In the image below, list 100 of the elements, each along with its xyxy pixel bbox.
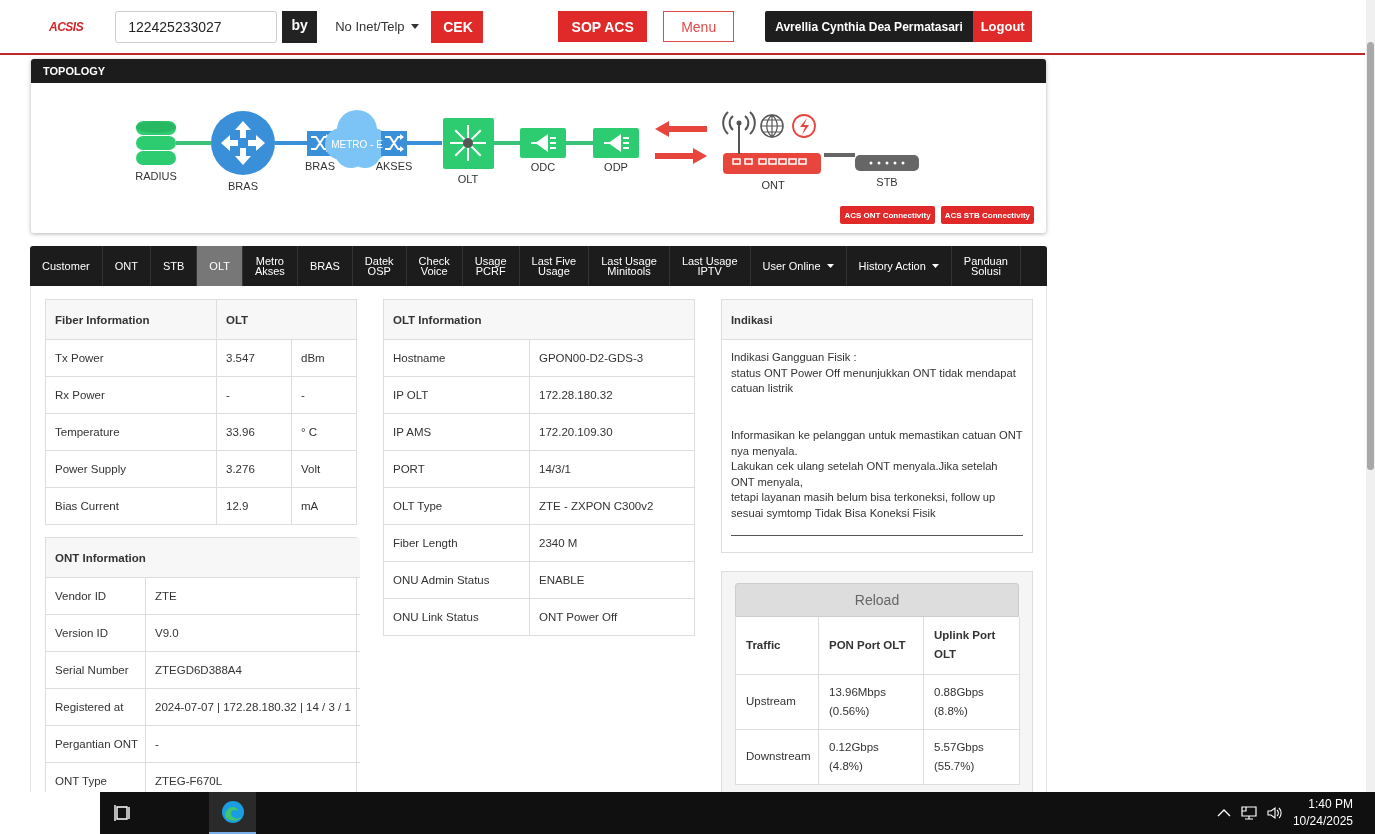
table-cell: -	[217, 377, 292, 414]
table-cell: 0.12Gbps (4.8%)	[819, 729, 924, 785]
switch-hub-icon	[443, 118, 494, 169]
table-cell: 33.96	[217, 414, 292, 451]
node-label: STB	[876, 176, 898, 188]
task-view-icon[interactable]	[114, 804, 132, 822]
modem-icon	[723, 153, 821, 174]
table-cell-text: mA	[300, 499, 320, 514]
table-cell: ONU Admin Status	[384, 562, 530, 599]
table-cell: Serial Number	[46, 652, 146, 689]
table-cell: Hostname	[384, 340, 530, 377]
table-header: OLT	[217, 300, 356, 340]
user-name: Avrellia Cynthia Dea Permatasari	[765, 11, 974, 42]
table-cell: 13.96Mbps (0.56%)	[819, 674, 924, 730]
table-cell: Vendor ID	[46, 578, 146, 615]
table-cell: 3.547	[217, 340, 292, 377]
table-cell: ° C	[292, 414, 356, 451]
network-icon[interactable]	[1240, 806, 1257, 820]
menu-button[interactable]: Menu	[663, 11, 735, 42]
table-cell: 2340 M	[530, 525, 694, 562]
connectivity-button[interactable]: ACS STB Connectivity	[940, 206, 1034, 224]
cloud-label: METRO - E	[331, 139, 383, 150]
tab[interactable]: Panduan Solusi	[951, 246, 1021, 286]
database-icon	[136, 121, 176, 165]
node-label: ODP	[604, 161, 628, 173]
table-cell: 14/3/1	[530, 451, 694, 488]
tab[interactable]: History Action	[846, 246, 952, 286]
tab[interactable]: Last Usage Minitools	[589, 246, 670, 286]
table-header: Traffic	[736, 616, 819, 675]
table-cell: ENABLE	[530, 562, 694, 599]
table-header: ONT Information	[46, 538, 360, 578]
tab[interactable]: Usage PCRF	[462, 246, 520, 286]
table-cell: Registered at	[46, 689, 146, 726]
sop-button[interactable]: SOP ACS	[558, 11, 648, 42]
check-button[interactable]: CEK	[431, 10, 484, 43]
clock-date[interactable]: 10/24/2025	[1292, 813, 1353, 830]
tab[interactable]: OLT	[197, 246, 243, 286]
table-cell: Temperature	[46, 414, 217, 451]
table-cell: IP AMS	[384, 414, 530, 451]
reload-button[interactable]: Reload	[735, 582, 1019, 617]
search-field[interactable]: 122425233027	[115, 10, 278, 43]
table-cell: 3.276	[217, 451, 292, 488]
table-cell-text: ONT Power Off	[538, 610, 619, 625]
table-cell: 172.28.180.32	[530, 377, 694, 414]
table-cell: Power Supply	[46, 451, 217, 488]
clock-time[interactable]: 1:40 PM	[1308, 796, 1353, 813]
table-cell: 172.20.109.30	[530, 414, 694, 451]
table-header: OLT Information	[384, 300, 694, 340]
tab[interactable]: Check Voice	[406, 246, 463, 286]
table-header: Fiber Information	[46, 300, 217, 340]
table-cell: 0.88Gbps (8.8%)	[924, 674, 1020, 730]
table-cell: ZTE - ZXPON C300v2	[530, 488, 694, 525]
exchange-arrows-icon	[655, 121, 707, 164]
table-cell: -	[292, 377, 356, 414]
tab[interactable]: Last Usage IPTV	[669, 246, 751, 286]
table-cell: Version ID	[46, 615, 146, 652]
node-label: ODC	[530, 161, 556, 173]
node-label: BRAS	[305, 160, 335, 172]
table-cell: Volt	[292, 451, 356, 488]
logout-button[interactable]: Logout	[973, 11, 1033, 42]
by-label: by	[282, 10, 318, 43]
caret-icon	[410, 24, 419, 29]
connector-line	[275, 141, 307, 145]
table-cell: Upstream	[736, 674, 819, 730]
panel-header: Indikasi	[722, 300, 1032, 340]
tab[interactable]: Datek OSP	[352, 246, 407, 286]
tab[interactable]: Last Five Usage	[519, 246, 590, 286]
globe-icon	[760, 114, 784, 138]
antenna-icon	[722, 111, 756, 155]
table-cell: GPON00-D2-GDS-3	[530, 340, 694, 377]
table-cell: 12.9	[217, 488, 292, 524]
tab[interactable]: BRAS	[297, 246, 353, 286]
table-cell: Bias Current	[46, 488, 217, 524]
node-label: OLT	[457, 173, 479, 185]
router-icon	[211, 111, 275, 175]
connectivity-button[interactable]: ACS ONT Connectivity	[840, 206, 935, 224]
table-cell: Tx Power	[46, 340, 217, 377]
table-cell: IP OLT	[384, 377, 530, 414]
table-cell: Downstream	[736, 729, 819, 785]
splitter-icon	[593, 128, 639, 158]
table-cell: Fiber Length	[384, 525, 530, 562]
tab[interactable]: Customer	[30, 246, 103, 286]
node-label: RADIUS	[135, 170, 177, 182]
browser-taskbar-button[interactable]	[209, 792, 256, 834]
table-cell: -	[146, 726, 360, 763]
logo: ACSIS	[49, 19, 84, 34]
connector-line	[494, 141, 520, 145]
tab[interactable]: Metro Akses	[242, 246, 298, 286]
table-cell: ZTEGD6D388A4	[146, 652, 360, 689]
scrollbar-thumb[interactable]	[1367, 42, 1374, 470]
tab[interactable]: ONT	[102, 246, 151, 286]
table-cell-text: ZTEG-F670L	[154, 774, 224, 789]
node-label: AKSES	[375, 160, 413, 172]
connector-line	[824, 153, 855, 157]
set-top-box-icon	[855, 155, 919, 171]
table-cell: 2024-07-07 | 172.28.180.32 | 14 / 3 / 1	[146, 689, 360, 726]
table-header: PON Port OLT	[819, 616, 924, 675]
tab[interactable]: User Online	[750, 246, 847, 286]
alert-icon	[792, 114, 816, 138]
volume-icon[interactable]	[1266, 806, 1283, 820]
